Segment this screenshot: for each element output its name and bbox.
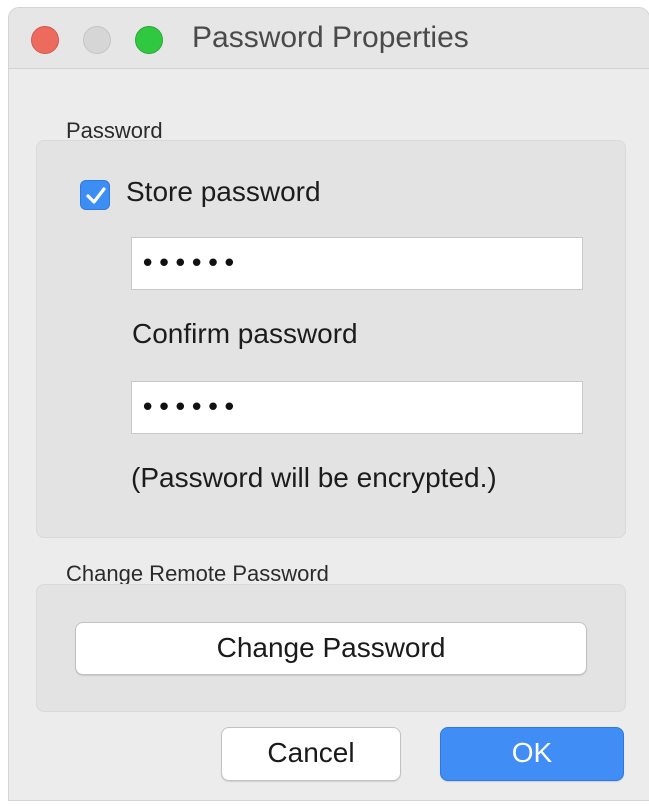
store-password-label[interactable]: Store password xyxy=(126,176,321,208)
confirm-password-field[interactable]: •••••• xyxy=(131,381,583,434)
zoom-window-button[interactable] xyxy=(135,26,163,54)
change-password-button[interactable]: Change Password xyxy=(75,622,587,675)
window-title: Password Properties xyxy=(192,21,469,54)
cancel-button[interactable]: Cancel xyxy=(221,727,401,781)
store-password-checkbox[interactable] xyxy=(80,180,110,210)
checkmark-icon xyxy=(86,187,106,204)
password-field[interactable]: •••••• xyxy=(131,237,583,290)
title-bar[interactable]: Password Properties xyxy=(9,8,649,69)
minimize-window-button[interactable] xyxy=(83,26,111,54)
ok-button[interactable]: OK xyxy=(440,727,624,781)
close-window-button[interactable] xyxy=(31,26,59,54)
encryption-note: (Password will be encrypted.) xyxy=(131,462,497,493)
confirm-password-label: Confirm password xyxy=(132,318,358,349)
password-properties-window: Password Properties Password Store passw… xyxy=(9,8,649,800)
